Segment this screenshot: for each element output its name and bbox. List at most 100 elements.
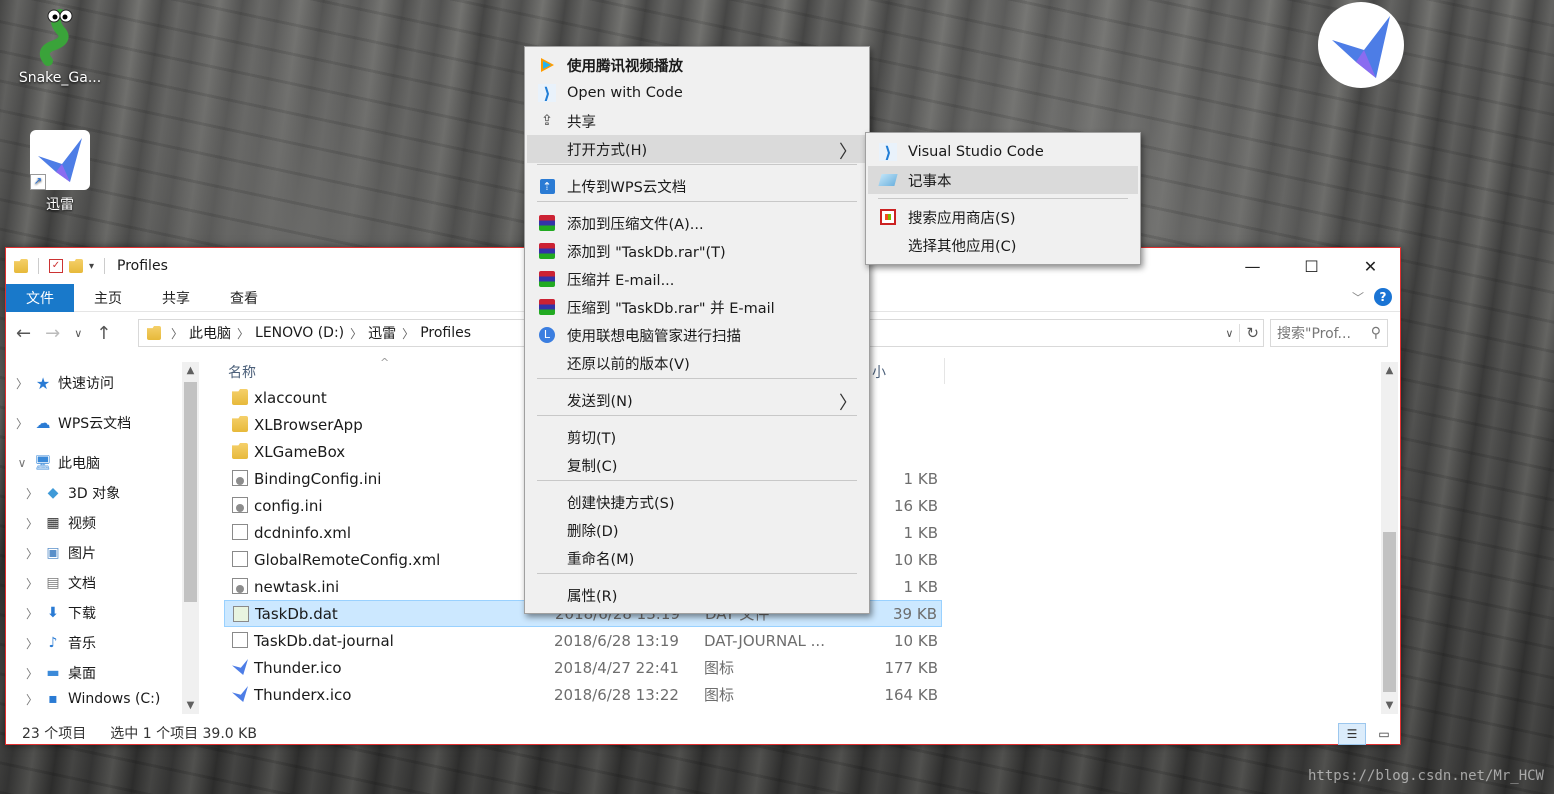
nav-item-windows-c[interactable]: 〉 ▪ Windows (C:) bbox=[6, 688, 202, 710]
tab-share[interactable]: 共享 bbox=[142, 284, 210, 312]
table-row[interactable]: Thunder.ico 2018/4/27 22:41 图标 177 KB bbox=[224, 654, 942, 681]
menu-item-label: 搜索应用商店(S) bbox=[908, 210, 1016, 227]
up-arrow-icon[interactable]: ↑ bbox=[96, 323, 111, 344]
desktop-folder-icon: ▬ bbox=[46, 665, 60, 681]
menu-item-compress-taskdb-email[interactable]: 压缩到 "TaskDb.rar" 并 E-mail bbox=[527, 293, 867, 321]
recent-locations-icon[interactable]: ∨ bbox=[74, 327, 82, 340]
back-arrow-icon[interactable]: ← bbox=[16, 323, 31, 344]
desktop-icon-snake-game[interactable]: Snake_Ga... bbox=[18, 6, 102, 86]
file-name: newtask.ini bbox=[254, 577, 340, 596]
nav-item-wps-cloud[interactable]: 〉 ☁ WPS云文档 bbox=[6, 408, 202, 438]
details-view-icon[interactable]: ☰ bbox=[1338, 723, 1366, 745]
search-box[interactable]: 搜索"Prof... ⚲ bbox=[1270, 319, 1388, 347]
nav-item-pictures[interactable]: 〉 ▣ 图片 bbox=[6, 538, 202, 568]
submenu-item-vscode[interactable]: ⟩ Visual Studio Code bbox=[868, 138, 1138, 166]
watermark: https://blog.csdn.net/Mr_HCW bbox=[1307, 768, 1544, 784]
nav-item-this-pc[interactable]: ∨ 🖥 此电脑 bbox=[6, 448, 202, 478]
nav-item-label: 视频 bbox=[68, 516, 96, 532]
chevron-right-icon[interactable]: 〉 bbox=[24, 691, 40, 708]
breadcrumb-item[interactable]: Profiles bbox=[420, 325, 471, 341]
maximize-button[interactable]: ☐ bbox=[1282, 248, 1341, 284]
large-icons-view-icon[interactable]: ▭ bbox=[1370, 723, 1398, 745]
breadcrumb-item[interactable]: LENOVO (D:) bbox=[255, 325, 344, 341]
nav-item-music[interactable]: 〉 ♪ 音乐 bbox=[6, 628, 202, 658]
chevron-down-icon[interactable]: ∨ bbox=[14, 456, 30, 470]
menu-item-open-with[interactable]: 打开方式(H) 〉 bbox=[527, 135, 867, 163]
column-size-header[interactable]: 小 bbox=[872, 362, 886, 382]
window-controls: — ☐ ✕ bbox=[1223, 248, 1400, 284]
table-row[interactable]: TaskDb.dat-journal 2018/6/28 13:19 DAT-JOU… bbox=[224, 627, 942, 654]
nav-item-downloads[interactable]: 〉 ⬇ 下载 bbox=[6, 598, 202, 628]
menu-item-delete[interactable]: 删除(D) bbox=[527, 516, 867, 544]
chevron-right-icon[interactable]: 〉 bbox=[14, 415, 30, 432]
menu-item-label: 选择其他应用(C) bbox=[908, 238, 1017, 255]
tab-home[interactable]: 主页 bbox=[74, 284, 142, 312]
refresh-icon[interactable]: ↻ bbox=[1239, 324, 1259, 342]
desktop-icon-thunder[interactable]: ↗ 迅雷 bbox=[18, 130, 102, 214]
menu-item-cut[interactable]: 剪切(T) bbox=[527, 423, 867, 451]
chevron-right-icon[interactable]: 〉 bbox=[24, 605, 40, 622]
nav-item-quick-access[interactable]: 〉 ★ 快速访问 bbox=[6, 368, 202, 398]
breadcrumb-item[interactable]: 此电脑 bbox=[189, 323, 231, 343]
customize-toolbar-icon[interactable]: ▾ bbox=[89, 261, 94, 272]
chevron-right-icon[interactable]: 〉 bbox=[24, 635, 40, 652]
thunder-floating-ball[interactable] bbox=[1318, 2, 1404, 88]
tab-file[interactable]: 文件 bbox=[6, 283, 74, 312]
menu-item-copy[interactable]: 复制(C) bbox=[527, 451, 867, 479]
submenu-item-search-store[interactable]: 搜索应用商店(S) bbox=[868, 203, 1138, 231]
menu-item-open-with-code[interactable]: ⟩ Open with Code bbox=[527, 79, 867, 107]
chevron-down-icon[interactable]: ∨ bbox=[1225, 327, 1233, 340]
shortcut-arrow-icon: ↗ bbox=[30, 174, 46, 190]
computer-icon: 🖥 bbox=[34, 455, 52, 471]
nav-scrollbar[interactable]: ▲ ▼ bbox=[182, 362, 199, 714]
menu-item-create-shortcut[interactable]: 创建快捷方式(S) bbox=[527, 488, 867, 516]
menu-item-label: 属性(R) bbox=[567, 588, 618, 605]
expand-ribbon-icon[interactable]: ﹀ bbox=[1352, 289, 1364, 306]
nav-item-desktop[interactable]: 〉 ▬ 桌面 bbox=[6, 658, 202, 688]
scroll-up-icon[interactable]: ▲ bbox=[1381, 362, 1398, 379]
chevron-right-icon[interactable]: 〉 bbox=[24, 545, 40, 562]
chevron-right-icon[interactable]: 〉 bbox=[24, 665, 40, 682]
list-scrollbar[interactable]: ▲ ▼ bbox=[1381, 362, 1398, 714]
menu-item-send-to[interactable]: 发送到(N) 〉 bbox=[527, 386, 867, 414]
menu-item-properties[interactable]: 属性(R) bbox=[527, 581, 867, 609]
nav-item-label: 此电脑 bbox=[58, 456, 100, 472]
scrollbar-thumb[interactable] bbox=[184, 382, 197, 602]
chevron-right-icon[interactable]: 〉 bbox=[24, 575, 40, 592]
table-row[interactable]: Thunderx.ico 2018/6/28 13:22 图标 164 KB bbox=[224, 681, 942, 708]
nav-item-videos[interactable]: 〉 ▦ 视频 bbox=[6, 508, 202, 538]
minimize-button[interactable]: — bbox=[1223, 248, 1282, 284]
menu-item-restore-versions[interactable]: 还原以前的版本(V) bbox=[527, 349, 867, 377]
submenu-item-notepad[interactable]: 记事本 bbox=[868, 166, 1138, 194]
menu-item-compress-email[interactable]: 压缩并 E-mail... bbox=[527, 265, 867, 293]
new-folder-icon[interactable] bbox=[69, 259, 83, 273]
cloud-icon: ☁ bbox=[35, 414, 51, 432]
chevron-right-icon[interactable]: 〉 bbox=[24, 485, 40, 502]
tab-view[interactable]: 查看 bbox=[210, 284, 278, 312]
menu-item-share[interactable]: ⇪ 共享 bbox=[527, 107, 867, 135]
menu-item-upload-wps[interactable]: ⇡ 上传到WPS云文档 bbox=[527, 172, 867, 200]
scroll-up-icon[interactable]: ▲ bbox=[182, 362, 199, 379]
submenu-item-choose-other-app[interactable]: 选择其他应用(C) bbox=[868, 231, 1138, 259]
chevron-right-icon[interactable]: 〉 bbox=[14, 375, 30, 392]
file-name: xlaccount bbox=[254, 388, 327, 407]
properties-icon[interactable]: ✓ bbox=[49, 259, 63, 273]
scrollbar-thumb[interactable] bbox=[1383, 532, 1396, 692]
chevron-right-icon[interactable]: 〉 bbox=[24, 515, 40, 532]
search-input[interactable]: 搜索"Prof... bbox=[1277, 323, 1351, 343]
menu-item-rename[interactable]: 重命名(M) bbox=[527, 544, 867, 572]
scroll-down-icon[interactable]: ▼ bbox=[182, 697, 199, 714]
menu-item-tencent-video[interactable]: 使用腾讯视频播放 bbox=[527, 51, 867, 79]
menu-item-label: 记事本 bbox=[908, 173, 952, 190]
nav-item-documents[interactable]: 〉 ▤ 文档 bbox=[6, 568, 202, 598]
column-name-header[interactable]: 名称 bbox=[228, 362, 256, 382]
close-button[interactable]: ✕ bbox=[1341, 248, 1400, 284]
menu-item-add-taskdb-rar[interactable]: 添加到 "TaskDb.rar"(T) bbox=[527, 237, 867, 265]
scroll-down-icon[interactable]: ▼ bbox=[1381, 697, 1398, 714]
breadcrumb-item[interactable]: 迅雷 bbox=[368, 323, 396, 343]
menu-item-add-archive[interactable]: 添加到压缩文件(A)... bbox=[527, 209, 867, 237]
nav-item-3d-objects[interactable]: 〉 ◆ 3D 对象 bbox=[6, 478, 202, 508]
help-icon[interactable]: ? bbox=[1374, 288, 1392, 306]
menu-item-lenovo-scan[interactable]: L 使用联想电脑管家进行扫描 bbox=[527, 321, 867, 349]
forward-arrow-icon[interactable]: → bbox=[45, 323, 60, 344]
